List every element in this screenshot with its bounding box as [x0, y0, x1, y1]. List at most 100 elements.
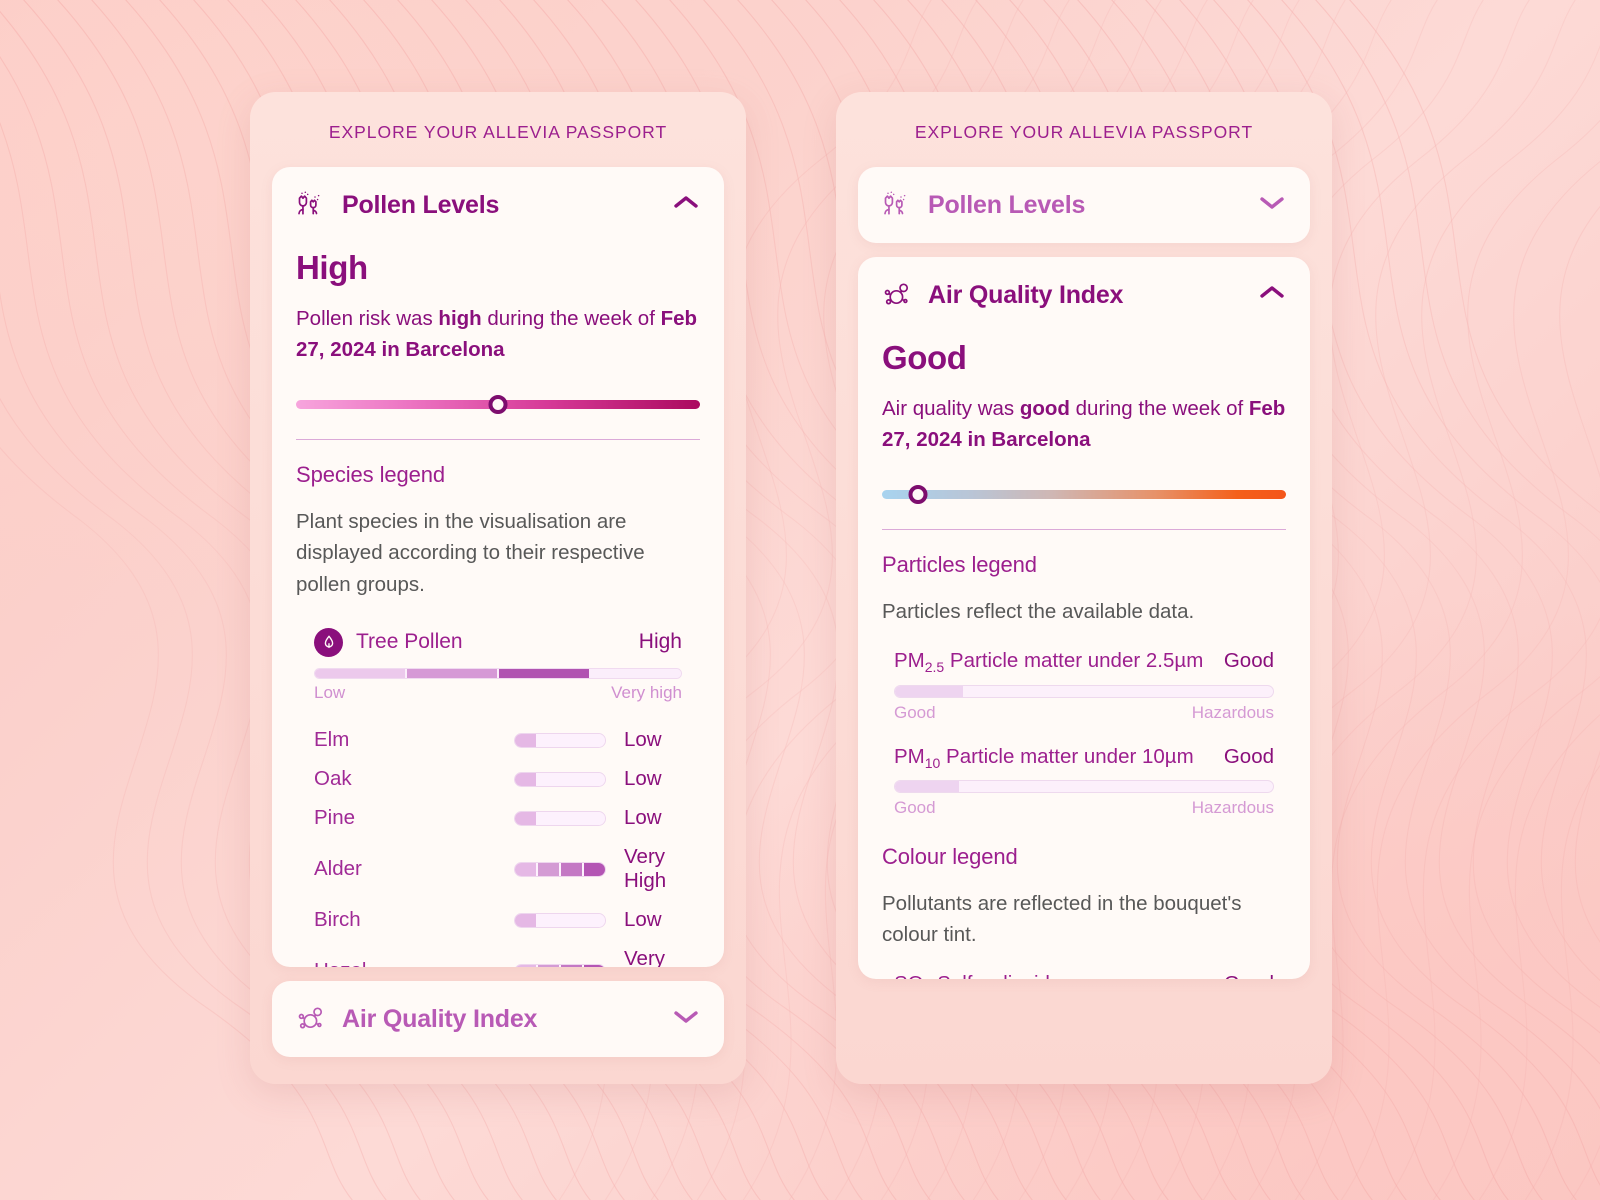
particle-name: PM2.5 Particle matter under 2.5µm: [894, 649, 1204, 676]
aqi-level-slider[interactable]: [882, 481, 1286, 507]
table-row: Alder Very High: [296, 838, 700, 901]
aqi-desc-emphasis: good: [1019, 397, 1070, 420]
species-value: Very High: [624, 947, 666, 967]
pollen-slider-thumb[interactable]: [488, 395, 508, 415]
species-mini-segment-1: [515, 913, 537, 927]
card-pollen-levels-left: Pollen Levels High Pollen risk was high …: [272, 167, 724, 967]
species-mini-segment-1: [515, 811, 537, 825]
species-name: Alder: [314, 857, 362, 881]
pollutant-name: SO2 Sulfur dioxide: [894, 972, 1061, 979]
card-title-pollen-levels-left: Pollen Levels: [342, 190, 500, 219]
particle-value: Good: [1223, 649, 1274, 673]
species-mini-bar: [514, 771, 606, 787]
colour-legend-body: Pollutants are reflected in the bouquet'…: [882, 891, 1242, 946]
card-title-air-quality-index-left: Air Quality Index: [342, 1004, 538, 1033]
chevron-up-icon[interactable]: [672, 194, 700, 216]
species-mini-segment-1: [515, 964, 537, 967]
species-mini-segment-2: [537, 772, 560, 786]
species-mini-segment-3: [560, 862, 583, 876]
species-name: Birch: [314, 908, 361, 932]
particle-value: Good: [1223, 744, 1274, 768]
particles-legend-body: Particles reflect the available data.: [882, 600, 1195, 624]
particle-name: PM10 Particle matter under 10µm: [894, 744, 1194, 771]
particle-scale: Good Hazardous: [894, 798, 1274, 818]
species-mini-segment-2: [537, 811, 560, 825]
table-row: Elm Low: [296, 721, 700, 760]
species-mini-segment-4: [583, 862, 605, 876]
species-value: Low: [624, 806, 662, 830]
tree-segment-3: [499, 668, 589, 678]
species-mini-segment-4: [583, 733, 605, 747]
tree-pollen-group-row: Tree Pollen High: [314, 627, 682, 657]
tree-pollen-scale: Low Very high: [314, 683, 682, 703]
table-row: Oak Low: [296, 760, 700, 799]
particle-scale-low: Good: [894, 797, 936, 817]
aqi-desc-part-2: during the week of: [1069, 397, 1249, 420]
particles-legend-title: Particles legend: [882, 552, 1037, 578]
species-mini-segment-2: [537, 862, 560, 876]
species-mini-bar: [514, 732, 606, 748]
species-list: Elm Low Oak Low Pine Low Alder Very High Birch Lo…: [296, 721, 700, 967]
species-name: Elm: [314, 728, 350, 752]
particle-bar-fill: [895, 780, 960, 792]
species-mini-segment-3: [560, 733, 583, 747]
pollutant-row: SO2 Sulfur dioxideGoodGoodHazardous: [882, 972, 1286, 979]
aqi-desc-part-1: Air quality was: [882, 397, 1020, 420]
chevron-up-icon[interactable]: [1258, 284, 1286, 306]
species-mini-segment-4: [583, 913, 605, 927]
species-name: Hazel: [314, 959, 514, 967]
aqi-slider-thumb[interactable]: [908, 485, 928, 505]
pollen-desc-part-1: Pollen risk was: [296, 307, 439, 330]
species-value: Low: [624, 908, 662, 932]
aqi-description: Air quality was good during the week of …: [882, 393, 1286, 455]
aqi-status-value: Good: [882, 339, 967, 376]
card-header-pollen-levels-right[interactable]: Pollen Levels: [858, 167, 1310, 243]
tree-scale-high: Very high: [611, 682, 682, 702]
tree-pollen-segment-bar: [314, 667, 682, 679]
species-mini-segment-1: [515, 772, 537, 786]
background-wave-texture: [0, 0, 1600, 1200]
pollen-status-value: High: [296, 249, 368, 286]
card-title-air-quality-index-right: Air Quality Index: [928, 280, 1124, 309]
tree-scale-low: Low: [314, 682, 346, 702]
particle-row: PM10 Particle matter under 10µm Good Good H…: [882, 745, 1286, 818]
card-air-quality-index-left: Air Quality Index: [272, 981, 724, 1057]
card-air-quality-index-right: Air Quality Index Good Air quality was g…: [858, 257, 1310, 979]
card-header-air-quality-index-left[interactable]: Air Quality Index: [272, 981, 724, 1057]
species-mini-segment-3: [560, 811, 583, 825]
chevron-down-icon[interactable]: [1258, 194, 1286, 216]
tree-segment-1: [315, 668, 405, 678]
pollutants-list: SO2 Sulfur dioxideGoodGoodHazardous: [882, 972, 1286, 979]
card-header-pollen-levels-left[interactable]: Pollen Levels: [272, 167, 724, 243]
pollen-desc-emphasis: high: [438, 307, 482, 330]
particle-scale-low: Good: [894, 702, 936, 722]
pollutant-value: Good: [1208, 972, 1274, 979]
molecule-icon: [880, 278, 914, 312]
card-header-air-quality-index-right[interactable]: Air Quality Index: [858, 257, 1310, 333]
particle-bar: [894, 779, 1274, 793]
species-value: Very High: [624, 845, 667, 893]
card-body-air-quality-index: Good Air quality was good during the wee…: [858, 339, 1310, 979]
tree-pollen-group-name: Tree Pollen: [356, 630, 463, 654]
species-mini-segment-2: [537, 964, 560, 967]
table-row: Pine Low: [296, 799, 700, 838]
tree-segment-2: [407, 668, 497, 678]
tulips-icon: [880, 188, 914, 222]
card-body-pollen-levels: High Pollen risk was high during the wee…: [272, 249, 724, 967]
chevron-down-icon[interactable]: [672, 1008, 700, 1030]
species-mini-segment-2: [537, 913, 560, 927]
particle-bar-fill: [895, 685, 964, 697]
species-mini-bar: [514, 963, 606, 967]
divider-pollen: [296, 439, 700, 441]
tulips-icon: [294, 188, 328, 222]
tree-badge-icon: [314, 627, 343, 657]
species-mini-segment-4: [583, 811, 605, 825]
species-mini-bar: [514, 861, 606, 877]
species-mini-bar: [514, 912, 606, 928]
species-mini-segment-3: [560, 772, 583, 786]
particle-header: PM10 Particle matter under 10µm Good: [894, 745, 1274, 771]
species-mini-segment-3: [560, 964, 583, 967]
card-title-pollen-levels-right: Pollen Levels: [928, 190, 1086, 219]
table-row: Hazel Very High: [296, 940, 700, 967]
pollen-level-slider[interactable]: [296, 391, 700, 417]
